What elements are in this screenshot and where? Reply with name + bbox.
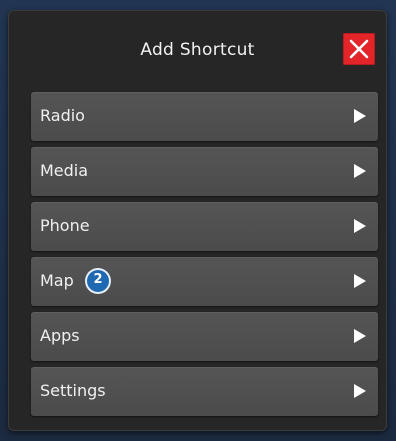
notification-badge: 2 <box>85 268 111 294</box>
menu-item-label: Media <box>40 161 89 180</box>
add-shortcut-dialog: Add Shortcut Radio Media Phone Map 2 App… <box>8 10 387 431</box>
chevron-right-icon <box>354 164 366 178</box>
close-button[interactable] <box>343 33 375 65</box>
menu-item-settings[interactable]: Settings <box>31 367 378 416</box>
chevron-right-icon <box>354 219 366 233</box>
chevron-right-icon <box>354 384 366 398</box>
close-icon <box>349 39 369 59</box>
menu-item-label: Settings <box>40 381 106 400</box>
menu-item-label: Map <box>40 271 74 290</box>
chevron-right-icon <box>354 109 366 123</box>
menu-item-apps[interactable]: Apps <box>31 312 378 361</box>
shortcut-menu: Radio Media Phone Map 2 Apps Settings <box>31 92 378 422</box>
badge-count: 2 <box>93 272 103 287</box>
menu-item-phone[interactable]: Phone <box>31 202 378 251</box>
chevron-right-icon <box>354 329 366 343</box>
dialog-title: Add Shortcut <box>140 40 255 60</box>
menu-item-label: Apps <box>40 326 80 345</box>
menu-item-map[interactable]: Map 2 <box>31 257 378 306</box>
chevron-right-icon <box>354 274 366 288</box>
menu-item-label: Phone <box>40 216 90 235</box>
menu-item-radio[interactable]: Radio <box>31 92 378 141</box>
menu-item-media[interactable]: Media <box>31 147 378 196</box>
menu-item-label: Radio <box>40 106 85 125</box>
